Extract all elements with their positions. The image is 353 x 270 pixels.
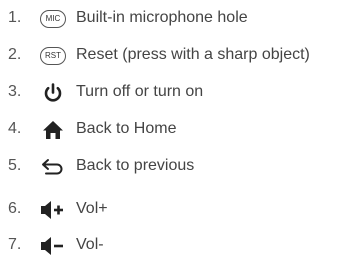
reset-icon-text: RST — [40, 47, 66, 65]
item-label: Vol- — [76, 236, 104, 253]
item-label: Vol+ — [76, 200, 108, 217]
item-number: 7. — [8, 236, 22, 253]
legend-item-vol-down: 7. Vol- — [0, 232, 353, 260]
home-icon — [38, 118, 68, 142]
item-number: 4. — [8, 120, 22, 137]
legend-item-vol-up: 6. Vol+ — [0, 196, 353, 224]
legend-item-reset: 2. RST Reset (press with a sharp object) — [0, 42, 353, 70]
volume-down-icon — [38, 234, 68, 258]
volume-up-icon — [38, 198, 68, 222]
legend-item-home: 4. Back to Home — [0, 116, 353, 144]
mic-icon: MIC — [38, 7, 68, 31]
item-number: 3. — [8, 83, 22, 100]
mic-icon-text: MIC — [40, 10, 66, 28]
reset-icon: RST — [38, 44, 68, 68]
item-label: Back to previous — [76, 157, 195, 174]
item-number: 2. — [8, 46, 22, 63]
item-number: 6. — [8, 200, 22, 217]
item-label: Built-in microphone hole — [76, 9, 248, 26]
legend-item-back: 5. Back to previous — [0, 153, 353, 181]
item-label: Back to Home — [76, 120, 177, 137]
item-number: 5. — [8, 157, 22, 174]
button-legend: 1. MIC Built-in microphone hole 2. RST R… — [0, 0, 353, 270]
legend-item-mic: 1. MIC Built-in microphone hole — [0, 5, 353, 33]
legend-item-power: 3. Turn off or turn on — [0, 79, 353, 107]
item-label: Turn off or turn on — [76, 83, 204, 100]
item-label: Reset (press with a sharp object) — [76, 46, 310, 63]
back-arrow-icon — [38, 155, 68, 179]
power-icon — [38, 81, 68, 105]
item-number: 1. — [8, 9, 22, 26]
